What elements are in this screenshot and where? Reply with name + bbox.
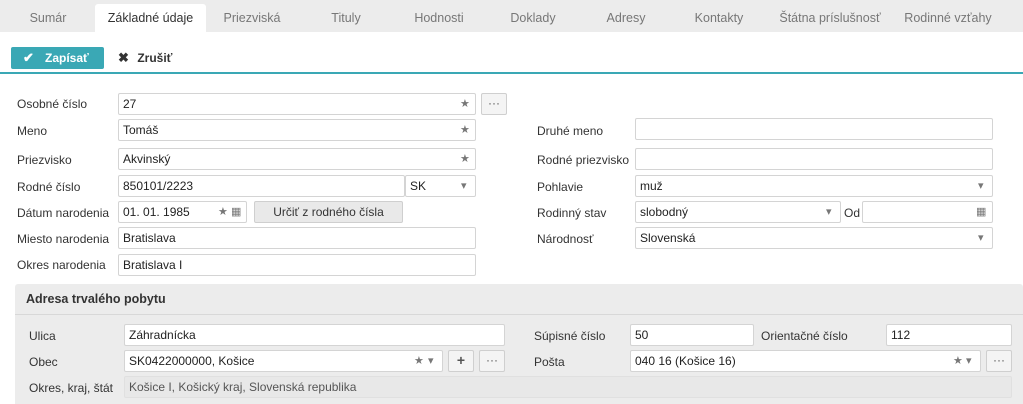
middle-name-label: Druhé meno: [537, 124, 604, 138]
registry-number-label: Súpisné číslo: [534, 329, 606, 343]
personal-number-value: 27: [123, 97, 137, 111]
plus-icon: +: [456, 352, 466, 368]
chevron-down-icon: ▾: [978, 180, 984, 192]
add-municipality-button[interactable]: +: [448, 350, 474, 372]
birth-place-label: Miesto narodenia: [17, 232, 110, 246]
permanent-address-title: Adresa trvalého pobytu: [26, 292, 166, 306]
chevron-down-icon: ▾: [826, 206, 832, 218]
first-name-value: Tomáš: [123, 123, 159, 137]
post-select[interactable]: 040 16 (Košice 16) ★ ▾: [630, 350, 981, 372]
marital-since-label: Od: [844, 206, 861, 220]
gender-select[interactable]: muž ▾: [635, 175, 993, 197]
tab-titles[interactable]: Tituly: [310, 4, 382, 32]
personal-number-label: Osobné číslo: [17, 97, 88, 111]
first-name-label: Meno: [17, 124, 48, 138]
registry-number-field[interactable]: 50: [630, 324, 754, 346]
tab-ranks[interactable]: Hodnosti: [400, 4, 478, 32]
marital-status-value: slobodný: [640, 205, 689, 219]
birth-number-label: Rodné číslo: [17, 180, 81, 194]
post-value: 040 16 (Košice 16): [635, 354, 736, 368]
chevron-down-icon: ▾: [966, 355, 972, 367]
orientation-number-label: Orientačné číslo: [761, 329, 848, 343]
chevron-down-icon: ▾: [461, 180, 467, 192]
tab-contacts[interactable]: Kontakty: [683, 4, 755, 32]
tab-bar: Sumár Základné údaje Priezviská Tituly H…: [0, 0, 1023, 32]
first-name-field[interactable]: Tomáš ★: [118, 119, 476, 141]
municipality-select[interactable]: SK0422000000, Košice ★ ▾: [124, 350, 443, 372]
orientation-number-field[interactable]: 112: [886, 324, 1012, 346]
gender-label: Pohlavie: [537, 180, 584, 194]
tab-documents[interactable]: Doklady: [497, 4, 569, 32]
maiden-name-field[interactable]: [635, 148, 993, 170]
municipality-label: Obec: [29, 355, 58, 369]
post-more-button[interactable]: ···: [986, 350, 1012, 372]
star-icon[interactable]: ★: [460, 149, 470, 169]
close-icon: ✖: [118, 50, 129, 65]
birth-place-field[interactable]: Bratislava: [118, 227, 476, 249]
tab-addresses[interactable]: Adresy: [590, 4, 662, 32]
middle-name-field[interactable]: [635, 118, 993, 140]
tab-citizenship[interactable]: Štátna príslušnosť: [774, 4, 886, 32]
birth-number-country-select[interactable]: SK ▾: [405, 175, 476, 197]
check-icon: ✔: [23, 50, 34, 65]
personal-number-field[interactable]: 27 ★: [118, 93, 476, 115]
nationality-value: Slovenská: [640, 231, 696, 245]
save-button-label: Zapísať: [45, 51, 89, 65]
birth-date-field[interactable]: 01. 01. 1985 ★ ▦: [118, 201, 247, 223]
chevron-down-icon: ▾: [978, 232, 984, 244]
tab-basic-data[interactable]: Základné údaje: [95, 4, 206, 32]
birth-date-value: 01. 01. 1985: [123, 205, 190, 219]
marital-status-select[interactable]: slobodný ▾: [635, 201, 841, 223]
post-label: Pošta: [534, 355, 565, 369]
cancel-button[interactable]: ✖ Zrušiť: [118, 47, 172, 69]
street-label: Ulica: [29, 329, 56, 343]
municipality-more-button[interactable]: ···: [479, 350, 505, 372]
derive-from-birth-number-button[interactable]: Určiť z rodného čísla: [254, 201, 403, 223]
more-icon: ···: [488, 96, 500, 110]
calendar-icon[interactable]: ▦: [231, 202, 241, 222]
marital-status-label: Rodinný stav: [537, 206, 607, 220]
birth-district-field[interactable]: Bratislava I: [118, 254, 476, 276]
marital-since-date-field[interactable]: ▦: [862, 201, 993, 223]
chevron-down-icon: ▾: [428, 355, 434, 367]
tab-summary[interactable]: Sumár: [10, 4, 86, 32]
star-icon[interactable]: ★: [218, 202, 228, 222]
tab-surnames[interactable]: Priezviská: [214, 4, 290, 32]
star-icon[interactable]: ★: [460, 94, 470, 114]
birth-number-field[interactable]: 850101/2223: [118, 175, 405, 197]
maiden-name-label: Rodné priezvisko: [537, 153, 630, 167]
birth-number-country-value: SK: [410, 179, 427, 193]
region-field: Košice I, Košický kraj, Slovenská republ…: [124, 376, 1012, 398]
nationality-label: Národnosť: [537, 232, 594, 246]
surname-field[interactable]: Akvinský ★: [118, 148, 476, 170]
star-icon[interactable]: ★: [953, 351, 963, 371]
calendar-icon[interactable]: ▦: [976, 202, 986, 222]
star-icon[interactable]: ★: [460, 120, 470, 140]
panel-divider: [15, 314, 1023, 315]
toolbar-divider: [0, 72, 1023, 74]
personal-number-more-button[interactable]: ···: [481, 93, 507, 115]
cancel-button-label: Zrušiť: [137, 51, 173, 65]
more-icon: ···: [486, 353, 498, 367]
more-icon: ···: [993, 353, 1005, 367]
birth-district-label: Okres narodenia: [17, 258, 106, 272]
nationality-select[interactable]: Slovenská ▾: [635, 227, 993, 249]
gender-value: muž: [640, 179, 663, 193]
surname-label: Priezvisko: [17, 153, 72, 167]
save-button[interactable]: ✔ Zapísať: [11, 47, 104, 69]
region-label: Okres, kraj, štát: [29, 381, 114, 395]
street-field[interactable]: Záhradnícka: [124, 324, 505, 346]
birth-date-label: Dátum narodenia: [17, 206, 110, 220]
surname-value: Akvinský: [123, 152, 171, 166]
star-icon[interactable]: ★: [414, 351, 424, 371]
tab-family-relations[interactable]: Rodinné vzťahy: [900, 4, 996, 32]
municipality-value: SK0422000000, Košice: [129, 354, 255, 368]
